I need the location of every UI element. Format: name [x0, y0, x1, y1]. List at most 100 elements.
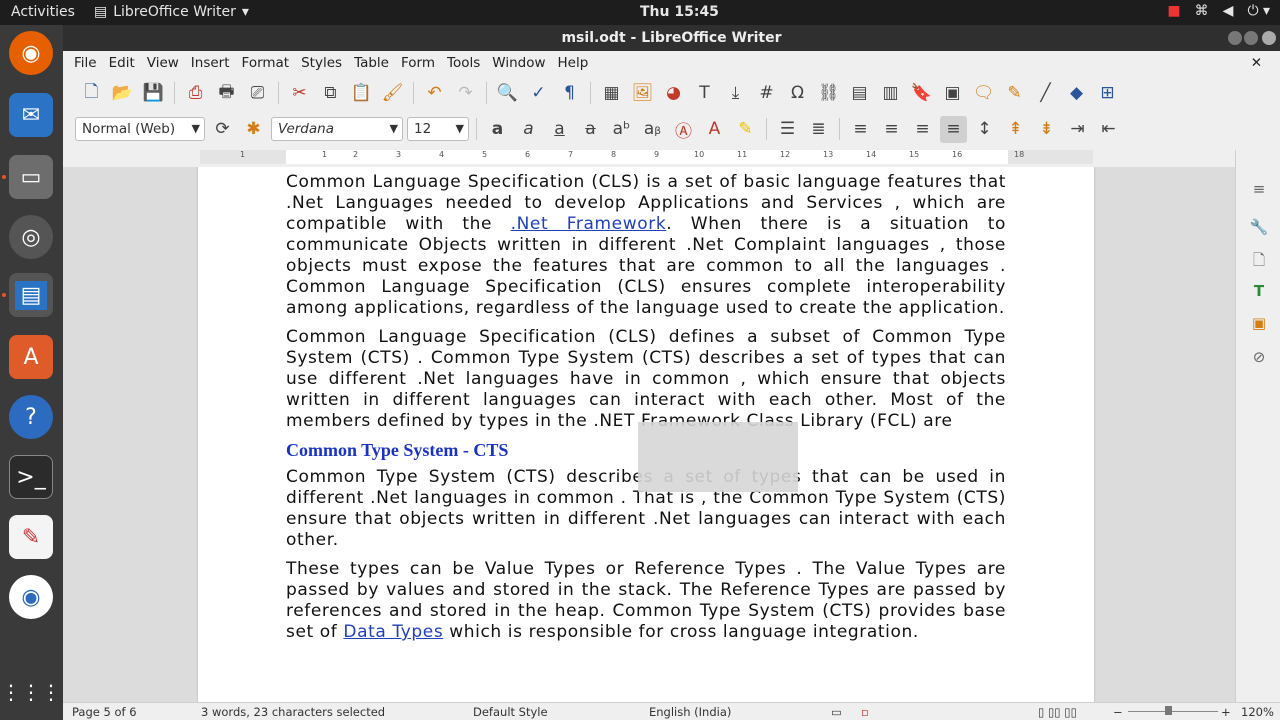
save-icon[interactable]: 💾: [140, 80, 167, 107]
document-page[interactable]: Common Language Specification (CLS) is a…: [198, 167, 1094, 702]
page-count[interactable]: Page 5 of 6: [72, 705, 137, 719]
insert-table-icon[interactable]: ▦: [598, 80, 625, 107]
terminal-icon[interactable]: >_: [9, 455, 53, 499]
copy-icon[interactable]: ⧉: [317, 80, 344, 107]
close-document-icon[interactable]: ✕: [1245, 55, 1268, 71]
zoom-slider[interactable]: [1128, 711, 1218, 712]
document-modified-icon[interactable]: ▭: [831, 705, 842, 719]
print-icon[interactable]: 🖶: [213, 80, 240, 107]
track-changes-icon[interactable]: ✎: [1001, 80, 1028, 107]
chrome-icon[interactable]: ◉: [9, 575, 53, 619]
network-icon[interactable]: ⌘: [1195, 3, 1209, 19]
subscript-icon[interactable]: aᵦ: [639, 116, 666, 143]
hyperlink[interactable]: .Net Framework: [511, 214, 667, 234]
align-left-icon[interactable]: ≡: [847, 116, 874, 143]
new-document-icon[interactable]: 🗋: [78, 80, 105, 107]
rhythmbox-icon[interactable]: ◎: [9, 215, 53, 259]
page-break-icon[interactable]: ⤓: [722, 80, 749, 107]
underline-icon[interactable]: a: [546, 116, 573, 143]
italic-icon[interactable]: a: [515, 116, 542, 143]
writer-icon[interactable]: ▤: [9, 273, 53, 317]
decrease-paragraph-spacing-icon[interactable]: ⇟: [1033, 116, 1060, 143]
clear-formatting-icon[interactable]: Ⓐ: [670, 116, 697, 143]
find-replace-icon[interactable]: 🔍: [494, 80, 521, 107]
app-menu[interactable]: ▤ LibreOffice Writer ▾: [94, 4, 249, 20]
paragraph[interactable]: Common Language Specification (CLS) defi…: [286, 327, 1006, 432]
draw-functions-icon[interactable]: ⊞: [1094, 80, 1121, 107]
firefox-icon[interactable]: ◉: [9, 31, 53, 75]
digital-signature-icon[interactable]: ▫: [861, 705, 869, 719]
footnote-icon[interactable]: ▤: [846, 80, 873, 107]
undo-icon[interactable]: ↶: [421, 80, 448, 107]
increase-paragraph-spacing-icon[interactable]: ⇞: [1002, 116, 1029, 143]
zoom-slider-handle[interactable]: [1165, 706, 1172, 715]
close-window-icon[interactable]: [1262, 31, 1276, 45]
strikethrough-icon[interactable]: a: [577, 116, 604, 143]
cut-icon[interactable]: ✂: [286, 80, 313, 107]
highlight-icon[interactable]: ✎: [732, 116, 759, 143]
horizontal-ruler[interactable]: 1 1 2 3 4 5 6 7 8 9 10 11 12 13 14 15 16…: [200, 150, 1093, 164]
properties-icon[interactable]: 🔧: [1248, 218, 1270, 240]
help-icon[interactable]: ?: [9, 395, 53, 439]
activities-button[interactable]: Activities: [11, 4, 75, 20]
spelling-icon[interactable]: ✓: [525, 80, 552, 107]
thunderbird-icon[interactable]: ✉: [9, 93, 53, 137]
page-icon[interactable]: 🗋: [1248, 250, 1270, 272]
bullets-icon[interactable]: ☰: [774, 116, 801, 143]
window-titlebar[interactable]: msil.odt - LibreOffice Writer: [63, 25, 1280, 51]
line-icon[interactable]: ╱: [1032, 80, 1059, 107]
maximize-icon[interactable]: [1244, 31, 1258, 45]
clone-formatting-icon[interactable]: 🖌: [379, 80, 406, 107]
basic-shapes-icon[interactable]: ◆: [1063, 80, 1090, 107]
zoom-out-icon[interactable]: −: [1113, 705, 1123, 719]
styles-icon[interactable]: T: [1248, 282, 1270, 304]
system-tray[interactable]: ■ ⌘ ◀ ⏻ ▾: [1167, 3, 1270, 19]
sidebar-menu-icon[interactable]: ≡: [1248, 180, 1270, 202]
decrease-indent-icon[interactable]: ⇤: [1095, 116, 1122, 143]
menu-form[interactable]: Form: [395, 55, 441, 71]
bookmark-icon[interactable]: 🔖: [908, 80, 935, 107]
font-size-box[interactable]: 12 ▼: [407, 117, 469, 141]
paragraph[interactable]: These types can be Value Types or Refere…: [286, 559, 1006, 643]
menu-file[interactable]: File: [68, 55, 103, 71]
camera-icon[interactable]: ■: [1167, 3, 1180, 19]
menu-table[interactable]: Table: [348, 55, 395, 71]
bold-icon[interactable]: a: [484, 116, 511, 143]
hyperlink[interactable]: Data Types: [343, 622, 443, 642]
print-preview-icon[interactable]: ⎚: [244, 80, 271, 107]
paste-icon[interactable]: 📋: [348, 80, 375, 107]
endnote-icon[interactable]: ▥: [877, 80, 904, 107]
font-name-box[interactable]: Verdana ▼: [271, 117, 403, 141]
line-spacing-icon[interactable]: ↕: [971, 116, 998, 143]
formatting-marks-icon[interactable]: ¶: [556, 80, 583, 107]
special-character-icon[interactable]: Ω: [784, 80, 811, 107]
menu-view[interactable]: View: [141, 55, 185, 71]
navigator-icon[interactable]: ⊘: [1248, 348, 1270, 370]
paragraph-style-box[interactable]: Normal (Web) ▼: [75, 117, 205, 141]
text-editor-icon[interactable]: ✎: [9, 515, 53, 559]
zoom-in-icon[interactable]: +: [1221, 705, 1231, 719]
clock[interactable]: Thu 15:45: [640, 4, 719, 20]
document-text[interactable]: Common Language Specification (CLS) is a…: [286, 172, 1006, 651]
align-right-icon[interactable]: ≡: [909, 116, 936, 143]
superscript-icon[interactable]: aᵇ: [608, 116, 635, 143]
menu-styles[interactable]: Styles: [295, 55, 348, 71]
menu-edit[interactable]: Edit: [103, 55, 141, 71]
menu-format[interactable]: Format: [236, 55, 296, 71]
menu-help[interactable]: Help: [552, 55, 595, 71]
comment-icon[interactable]: 🗨: [970, 80, 997, 107]
export-pdf-icon[interactable]: ⎙: [182, 80, 209, 107]
text-language[interactable]: English (India): [649, 705, 731, 719]
insert-field-icon[interactable]: #: [753, 80, 780, 107]
paragraph[interactable]: Common Language Specification (CLS) is a…: [286, 172, 1006, 319]
software-center-icon[interactable]: A: [9, 335, 53, 379]
update-style-icon[interactable]: ⟳: [209, 116, 236, 143]
word-count[interactable]: 3 words, 23 characters selected: [201, 705, 385, 719]
open-icon[interactable]: 📂: [109, 80, 136, 107]
align-center-icon[interactable]: ≡: [878, 116, 905, 143]
zoom-level[interactable]: 120%: [1241, 705, 1274, 719]
insert-chart-icon[interactable]: ◕: [660, 80, 687, 107]
insert-textbox-icon[interactable]: T: [691, 80, 718, 107]
font-color-icon[interactable]: A: [701, 116, 728, 143]
new-style-icon[interactable]: ✱: [240, 116, 267, 143]
